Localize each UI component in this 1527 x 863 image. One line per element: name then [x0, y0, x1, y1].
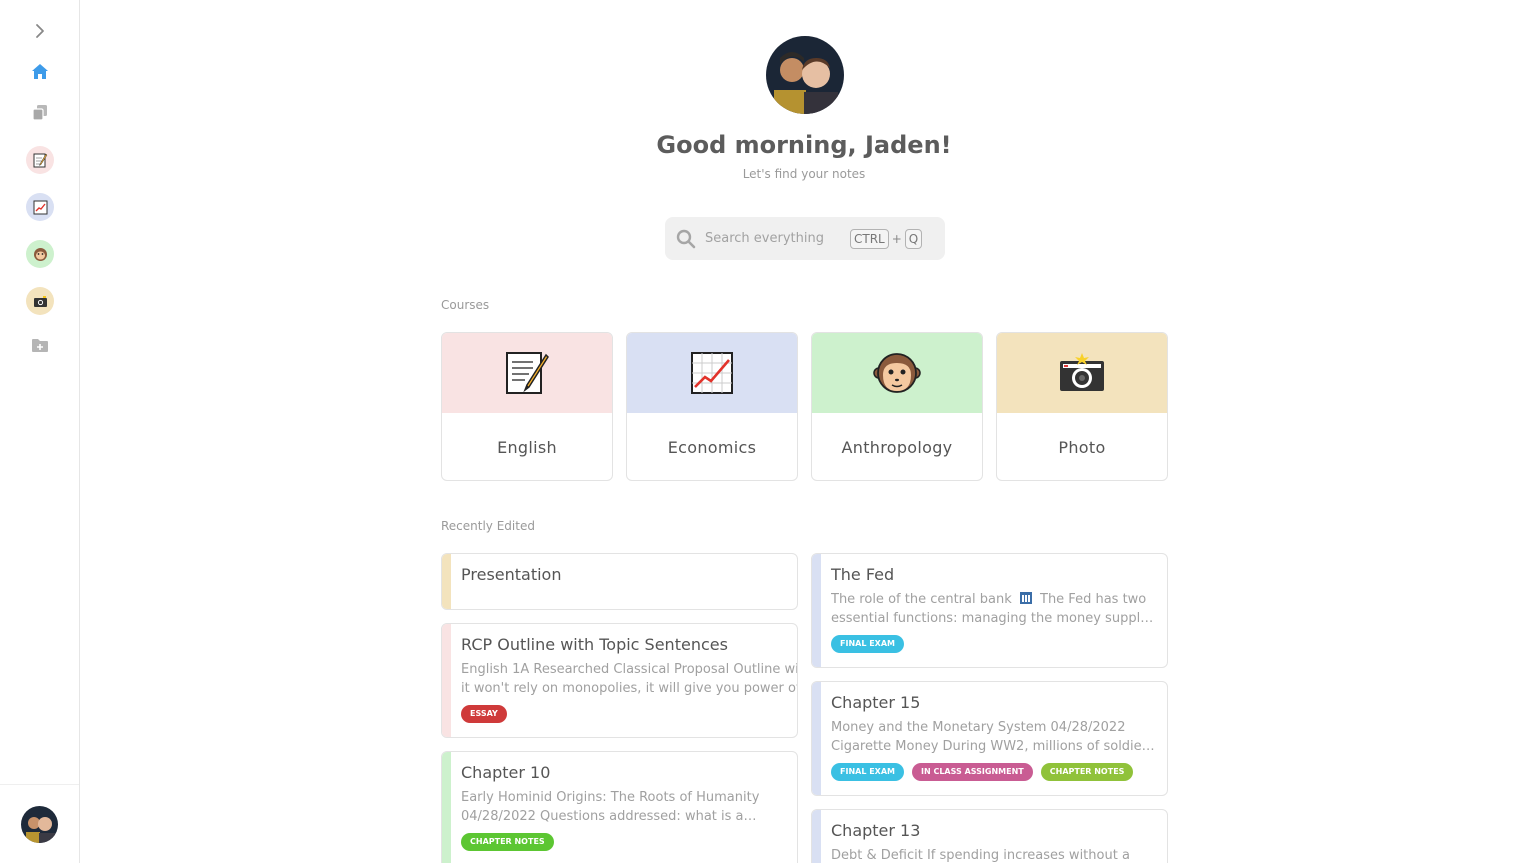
camera-flash-icon	[1060, 353, 1104, 391]
user-avatar[interactable]	[21, 806, 58, 843]
note-snippet: Early Hominid Origins: The Roots of Huma…	[461, 788, 787, 826]
course-card-anthropology[interactable]: Anthropology	[811, 332, 983, 481]
note-title: Chapter 13	[831, 821, 921, 840]
note-snippet-text: The role of the central bank	[831, 592, 1012, 607]
home-icon[interactable]	[25, 56, 55, 86]
shortcut-key-q: Q	[904, 228, 923, 249]
note-card-the-fed[interactable]: The Fed The role of the central bank The…	[811, 553, 1168, 668]
profile-avatar[interactable]	[766, 36, 844, 114]
course-name: Anthropology	[841, 437, 953, 457]
note-title: The Fed	[831, 565, 895, 584]
sidebar	[0, 0, 80, 863]
sidebar-course-photo[interactable]	[26, 287, 54, 315]
sidebar-divider	[0, 784, 79, 785]
note-card-rcp-outline[interactable]: RCP Outline with Topic Sentences English…	[441, 623, 798, 738]
recent-section-label: Recently Edited	[441, 519, 535, 533]
note-snippet-line: Debt & Deficit If spending increases wit…	[831, 848, 1130, 863]
note-snippet-line: it won't rely on monopolies, it will giv…	[461, 681, 797, 696]
chart-increasing-icon	[691, 352, 733, 394]
note-color-bar	[812, 682, 821, 795]
tag-final-exam[interactable]: Final exam	[831, 635, 904, 653]
tag-in-class-assignment[interactable]: In class assignment	[912, 763, 1033, 781]
note-snippet-line: English 1A Researched Classical Proposal…	[461, 662, 797, 677]
note-color-bar	[812, 554, 821, 667]
course-card-header	[997, 333, 1167, 413]
shortcut-plus: +	[891, 231, 902, 246]
note-card-chapter-10[interactable]: Chapter 10 Early Hominid Origins: The Ro…	[441, 751, 798, 863]
note-title: RCP Outline with Topic Sentences	[461, 635, 728, 654]
course-card-header	[627, 333, 797, 413]
tag-chapter-notes[interactable]: Chapter notes	[1040, 763, 1134, 781]
monkey-face-icon	[873, 353, 921, 393]
add-folder-icon[interactable]	[25, 330, 55, 360]
note-title: Chapter 10	[461, 763, 551, 782]
courses-section-label: Courses	[441, 298, 490, 312]
note-card-chapter-15[interactable]: Chapter 15 Money and the Monetary System…	[811, 681, 1168, 796]
note-card-presentation[interactable]: Presentation	[441, 553, 798, 610]
course-card-photo[interactable]: Photo	[996, 332, 1168, 481]
note-color-bar	[442, 554, 451, 609]
note-snippet-line: Cigarette Money During WW2, millions of …	[831, 739, 1157, 754]
note-color-bar	[442, 752, 451, 863]
course-name: Economics	[667, 437, 757, 457]
course-name: English	[497, 437, 557, 457]
note-card-chapter-13[interactable]: Chapter 13 Debt & Deficit If spending in…	[811, 809, 1168, 863]
note-color-bar	[442, 624, 451, 737]
memo-icon	[33, 153, 48, 168]
note-title: Presentation	[461, 565, 562, 584]
chart-increasing-icon	[33, 200, 47, 214]
camera-flash-icon	[33, 295, 47, 307]
pages-icon[interactable]	[25, 97, 55, 127]
search-input[interactable]	[705, 231, 850, 246]
note-snippet-line: essential functions: managing the money …	[831, 611, 1157, 626]
sidebar-course-english[interactable]	[26, 146, 54, 174]
bank-icon	[1019, 592, 1032, 604]
note-snippet-line: The role of the central bank The Fed has…	[831, 590, 1157, 609]
note-snippet-line: Money and the Monetary System 04/28/2022	[831, 720, 1126, 735]
note-snippet-line: Early Hominid Origins: The Roots of Huma…	[461, 790, 760, 805]
course-card-english[interactable]: English	[441, 332, 613, 481]
tag-chapter-notes[interactable]: Chapter notes	[461, 833, 554, 851]
course-card-economics[interactable]: Economics	[626, 332, 798, 481]
course-name: Photo	[1058, 437, 1106, 457]
search-bar[interactable]: CTRL + Q	[665, 217, 945, 260]
note-snippet-text: The Fed has two	[1040, 592, 1147, 607]
note-title: Chapter 15	[831, 693, 921, 712]
shortcut-key-ctrl: CTRL	[850, 228, 889, 249]
greeting-subtitle: Let's find your notes	[742, 167, 866, 181]
note-color-bar	[812, 810, 821, 863]
note-snippet: Debt & Deficit If spending increases wit…	[831, 846, 1157, 863]
monkey-face-icon	[33, 247, 47, 261]
note-snippet-line: 04/28/2022 Questions addressed: what is …	[461, 809, 757, 824]
greeting-heading: Good morning, Jaden!	[656, 131, 952, 159]
sidebar-course-economics[interactable]	[26, 193, 54, 221]
course-card-header	[442, 333, 612, 413]
note-snippet: The role of the central bank The Fed has…	[831, 590, 1157, 628]
tag-essay[interactable]: Essay	[461, 705, 507, 723]
chevron-right-icon[interactable]	[25, 16, 55, 46]
note-snippet: English 1A Researched Classical Proposal…	[461, 660, 797, 698]
note-snippet: Money and the Monetary System 04/28/2022…	[831, 718, 1157, 756]
tag-final-exam[interactable]: Final exam	[831, 763, 904, 781]
course-card-header	[812, 333, 982, 413]
search-icon	[676, 229, 696, 248]
memo-icon	[506, 352, 549, 394]
sidebar-course-anthropology[interactable]	[26, 240, 54, 268]
